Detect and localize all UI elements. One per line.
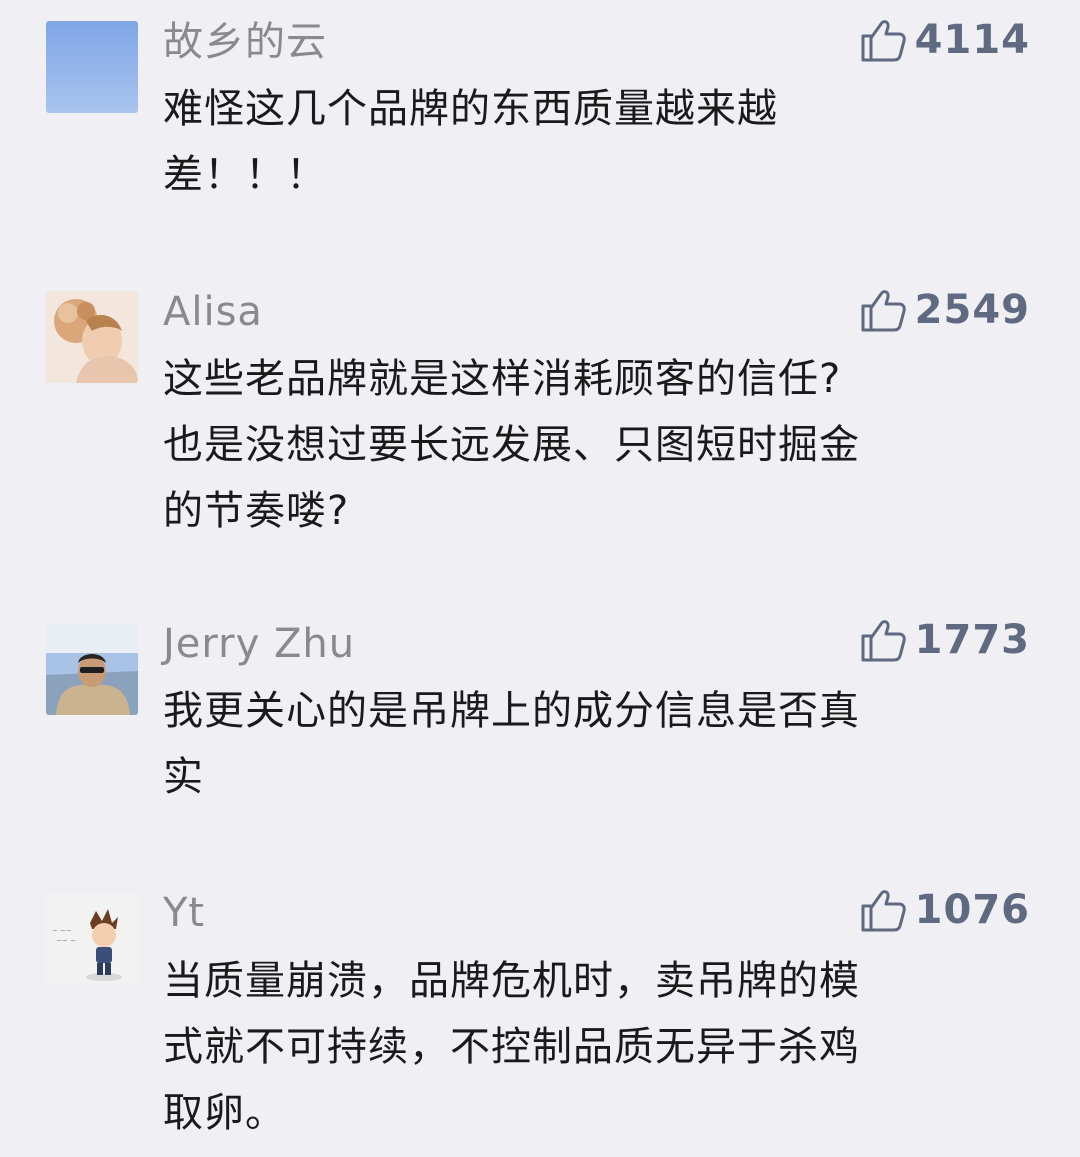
comment-text: 我更关心的是吊牌上的成分信息是否真 实 <box>163 678 1023 810</box>
comment-text: 当质量崩溃，品牌危机时，卖吊牌的模 式就不可持续，不控制品质无异于杀鸡 取卵。 <box>163 948 1023 1146</box>
like-button[interactable]: 2549 <box>859 284 1030 336</box>
comment-text-line: 差！！！ <box>163 152 327 198</box>
comment-text-line: 我更关心的是吊牌上的成分信息是否真 <box>163 688 860 734</box>
avatar[interactable] <box>46 291 138 383</box>
comment-text-line: 的节奏喽? <box>163 488 350 534</box>
comment-text-line: 式就不可持续，不控制品质无异于杀鸡 <box>163 1024 860 1070</box>
comment-text-line: 也是没想过要长远发展、只图短时掘金 <box>163 422 860 468</box>
thumbs-up-icon <box>859 886 907 934</box>
thumbs-up-icon <box>859 286 907 334</box>
comment-username[interactable]: Yt <box>163 889 205 937</box>
like-button[interactable]: 1773 <box>859 614 1030 666</box>
like-count: 1773 <box>914 617 1030 663</box>
comment-text: 难怪这几个品牌的东西质量越来越 差！！！ <box>163 76 1023 208</box>
like-count: 1076 <box>914 887 1030 933</box>
comment-text-line: 当质量崩溃，品牌危机时，卖吊牌的模 <box>163 958 860 1004</box>
avatar[interactable] <box>46 21 138 113</box>
avatar[interactable]: ~ ~~ ~~ ~ <box>46 893 138 985</box>
thumbs-up-icon <box>859 616 907 664</box>
comment-text-line: 这些老品牌就是这样消耗顾客的信任? <box>163 356 842 402</box>
like-count: 2549 <box>914 287 1030 333</box>
comment-username[interactable]: Jerry Zhu <box>163 620 355 668</box>
comment-username[interactable]: Alisa <box>163 288 263 336</box>
like-button[interactable]: 1076 <box>859 884 1030 936</box>
thumbs-up-icon <box>859 16 907 64</box>
comment-text-line: 取卵。 <box>163 1090 286 1136</box>
comment-text-line: 难怪这几个品牌的东西质量越来越 <box>163 86 778 132</box>
svg-text:~~ ~: ~~ ~ <box>56 937 76 945</box>
like-count: 4114 <box>914 17 1030 63</box>
comment-username[interactable]: 故乡的云 <box>163 18 327 66</box>
comment-text: 这些老品牌就是这样消耗顾客的信任? 也是没想过要长远发展、只图短时掘金 的节奏喽… <box>163 346 1023 544</box>
comment-text-line: 实 <box>163 754 204 800</box>
like-button[interactable]: 4114 <box>859 14 1030 66</box>
svg-text:~ ~~: ~ ~~ <box>52 927 72 935</box>
avatar[interactable] <box>46 623 138 715</box>
